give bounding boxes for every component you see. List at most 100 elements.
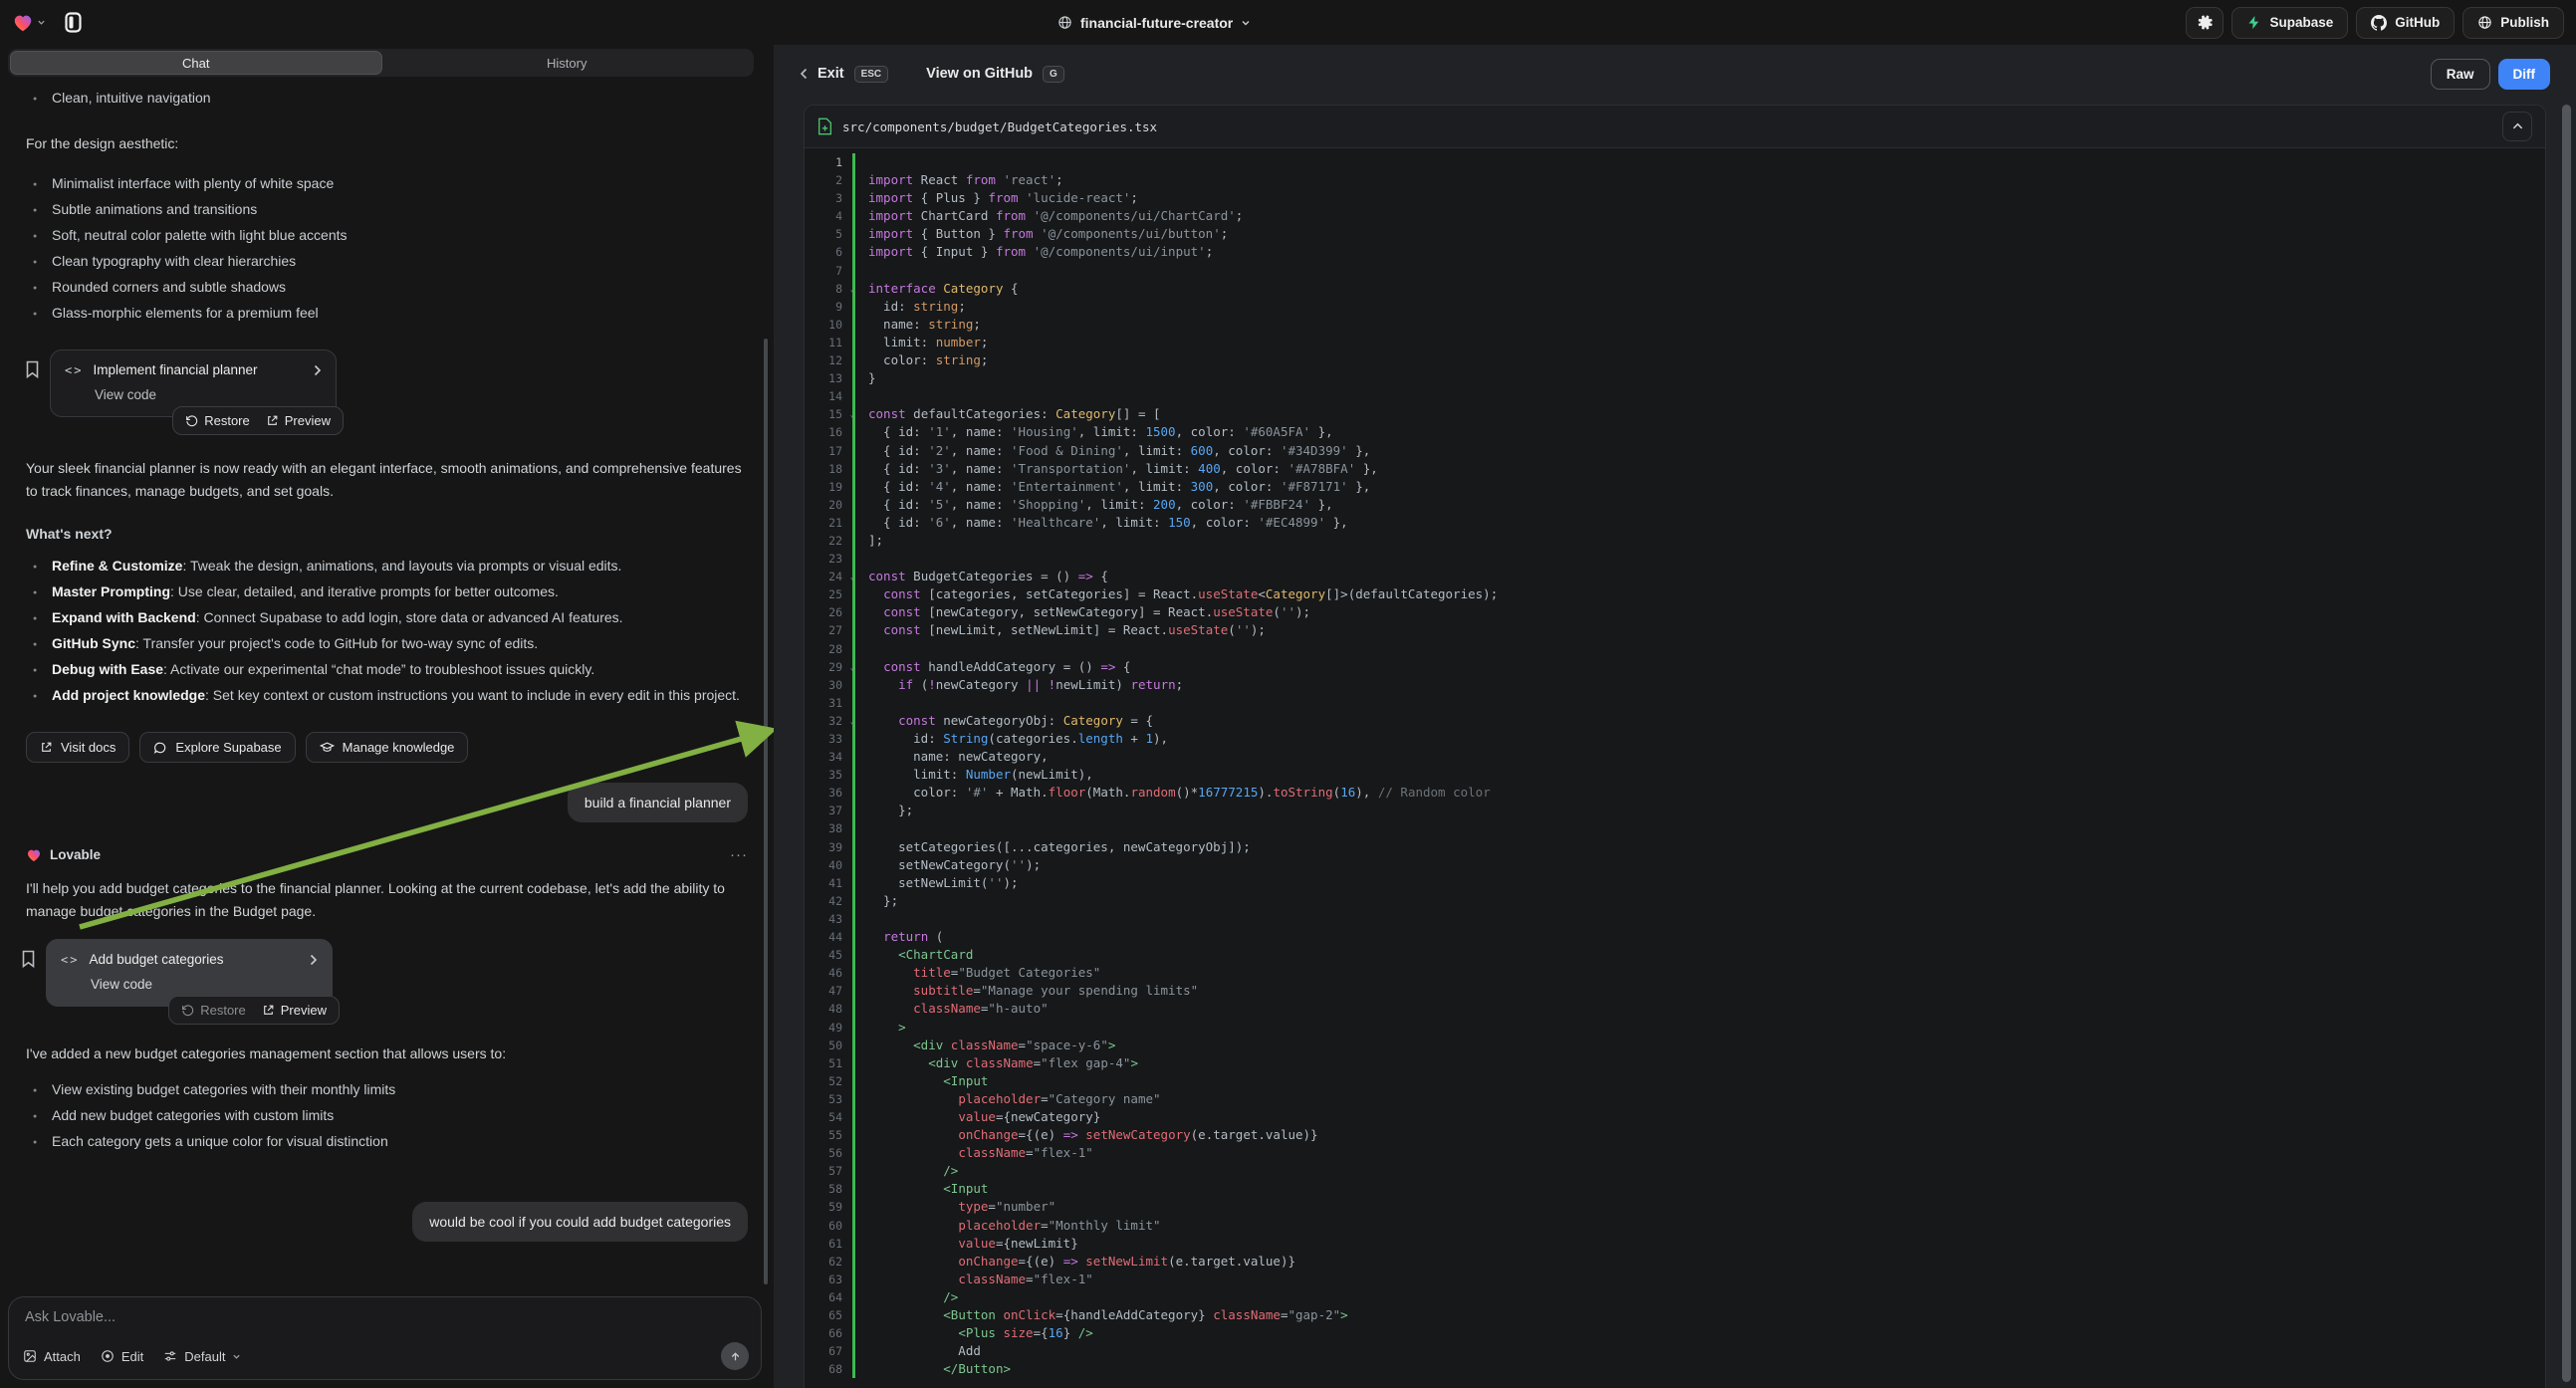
preview-button[interactable]: Preview <box>262 1003 327 1018</box>
code-line: 41 setNewLimit(''); <box>805 874 2545 892</box>
version-card-implement[interactable]: <> Implement financial planner View code… <box>50 349 337 417</box>
line-number: 54 <box>805 1108 852 1126</box>
line-number: 23 <box>805 550 852 568</box>
more-options-icon[interactable]: ··· <box>730 846 748 863</box>
code-line: 46 title="Budget Categories" <box>805 964 2545 982</box>
diff-toggle-button[interactable]: Diff <box>2498 59 2551 90</box>
fold-toggle-icon[interactable]: ⌄ <box>850 659 855 677</box>
code-line: 51 <div className="flex gap-4"> <box>805 1054 2545 1072</box>
visit-docs-button[interactable]: Visit docs <box>26 732 129 763</box>
file-bar[interactable]: src/components/budget/BudgetCategories.t… <box>805 106 2545 148</box>
line-number: 55 <box>805 1126 852 1144</box>
line-number: 58 <box>805 1180 852 1198</box>
line-number: 51 <box>805 1054 852 1072</box>
image-icon <box>23 1349 37 1363</box>
bookmark-icon[interactable] <box>21 950 36 968</box>
chat-input[interactable]: Ask Lovable... <box>25 1309 745 1325</box>
code-line: 7 <box>805 262 2545 280</box>
added-file-icon <box>818 117 832 135</box>
code-line: 66 <Plus size={16} /> <box>805 1324 2545 1342</box>
line-number: 38 <box>805 819 852 837</box>
fold-toggle-icon[interactable]: ⌄ <box>850 281 855 299</box>
design-bullet-list: Minimalist interface with plenty of whit… <box>26 173 748 324</box>
view-code-link[interactable]: View code <box>95 387 322 402</box>
line-number: 15⌄ <box>805 405 852 423</box>
supabase-button[interactable]: Supabase <box>2231 7 2348 39</box>
manage-knowledge-button[interactable]: Manage knowledge <box>306 732 469 763</box>
line-number: 13 <box>805 369 852 387</box>
publish-button[interactable]: Publish <box>2462 7 2564 39</box>
code-line: 27 const [newLimit, setNewLimit] = React… <box>805 621 2545 639</box>
explore-supabase-button[interactable]: Explore Supabase <box>139 732 295 763</box>
composer[interactable]: Ask Lovable... Attach Edit Default <box>8 1296 762 1380</box>
toggle-sidebar-button[interactable] <box>56 8 90 38</box>
view-code-link[interactable]: View code <box>91 977 318 992</box>
attach-button[interactable]: Attach <box>23 1349 81 1364</box>
code-line: 38 <box>805 819 2545 837</box>
chevron-right-icon <box>314 364 322 376</box>
preview-button[interactable]: Preview <box>266 413 331 428</box>
code-line: 48 className="h-auto" <box>805 1000 2545 1018</box>
line-number: 16 <box>805 423 852 441</box>
line-number: 12 <box>805 351 852 369</box>
line-number: 67 <box>805 1342 852 1360</box>
line-number: 66 <box>805 1324 852 1342</box>
edit-button[interactable]: Edit <box>101 1349 143 1364</box>
design-heading: For the design aesthetic: <box>26 132 748 155</box>
line-number: 60 <box>805 1217 852 1235</box>
line-number: 65 <box>805 1306 852 1324</box>
code-line: 17 { id: '2', name: 'Food & Dining', lim… <box>805 442 2545 460</box>
line-number: 20 <box>805 496 852 514</box>
line-number: 5 <box>805 225 852 243</box>
exit-button[interactable]: Exit ESC <box>800 66 888 83</box>
fold-toggle-icon[interactable]: ⌄ <box>850 406 855 424</box>
code-line: 50 <div className="space-y-6"> <box>805 1037 2545 1054</box>
line-number: 10 <box>805 316 852 334</box>
line-number: 63 <box>805 1271 852 1288</box>
code-line: 68 </Button> <box>805 1360 2545 1378</box>
code-line: 35 limit: Number(newLimit), <box>805 766 2545 784</box>
collapse-button[interactable] <box>2502 112 2532 141</box>
restore-button[interactable]: Restore <box>185 413 250 428</box>
code-line: 12 color: string; <box>805 351 2545 369</box>
version-card-add-budget[interactable]: <> Add budget categories View code Resto… <box>46 939 333 1007</box>
code-line: 26 const [newCategory, setNewCategory] =… <box>805 603 2545 621</box>
file-path: src/components/budget/BudgetCategories.t… <box>842 119 1157 134</box>
line-number: 47 <box>805 982 852 1000</box>
chat-scrollbar[interactable] <box>764 339 768 1284</box>
fold-toggle-icon[interactable]: ⌄ <box>850 569 855 586</box>
settings-button[interactable] <box>2186 7 2224 39</box>
list-item: Glass-morphic elements for a premium fee… <box>26 303 748 324</box>
mode-select[interactable]: Default <box>163 1349 241 1364</box>
list-item: Expand with Backend: Connect Supabase to… <box>26 607 748 628</box>
tab-history[interactable]: History <box>382 51 753 75</box>
app-window: financial-future-creator Supabase <box>0 0 2576 1388</box>
bookmark-icon[interactable] <box>25 360 40 378</box>
view-on-github-button[interactable]: View on GitHub G <box>926 66 1064 83</box>
code-editor: 12import React from 'react';3import { Pl… <box>805 148 2545 1378</box>
github-button[interactable]: GitHub <box>2356 7 2455 39</box>
project-switcher[interactable]: financial-future-creator <box>1057 0 1251 45</box>
restore-button[interactable]: Restore <box>181 1003 246 1018</box>
line-number: 21 <box>805 514 852 532</box>
chat-messages: Clean, intuitive navigation For the desi… <box>0 83 774 1292</box>
code-scrollbar[interactable] <box>2562 105 2571 1382</box>
code-line: 55 onChange={(e) => setNewCategory(e.tar… <box>805 1126 2545 1144</box>
added-bullet-list: View existing budget categories with the… <box>26 1079 748 1152</box>
code-line: 40 setNewCategory(''); <box>805 856 2545 874</box>
line-number: 50 <box>805 1037 852 1054</box>
lovable-logo-menu[interactable] <box>12 12 46 34</box>
code-line: 37 }; <box>805 802 2545 819</box>
arrow-up-icon <box>729 1350 742 1363</box>
code-line: 33 id: String(categories.length + 1), <box>805 730 2545 748</box>
send-button[interactable] <box>721 1342 749 1370</box>
list-item: Soft, neutral color palette with light b… <box>26 225 748 246</box>
fold-toggle-icon[interactable]: ⌄ <box>850 713 855 731</box>
list-item: Refine & Customize: Tweak the design, an… <box>26 556 748 577</box>
raw-toggle-button[interactable]: Raw <box>2431 59 2490 90</box>
version-actions: Restore Preview <box>172 406 344 435</box>
code-line: 56 className="flex-1" <box>805 1144 2545 1162</box>
code-line: 58 <Input <box>805 1180 2545 1198</box>
line-number: 37 <box>805 802 852 819</box>
tab-chat[interactable]: Chat <box>10 51 382 75</box>
